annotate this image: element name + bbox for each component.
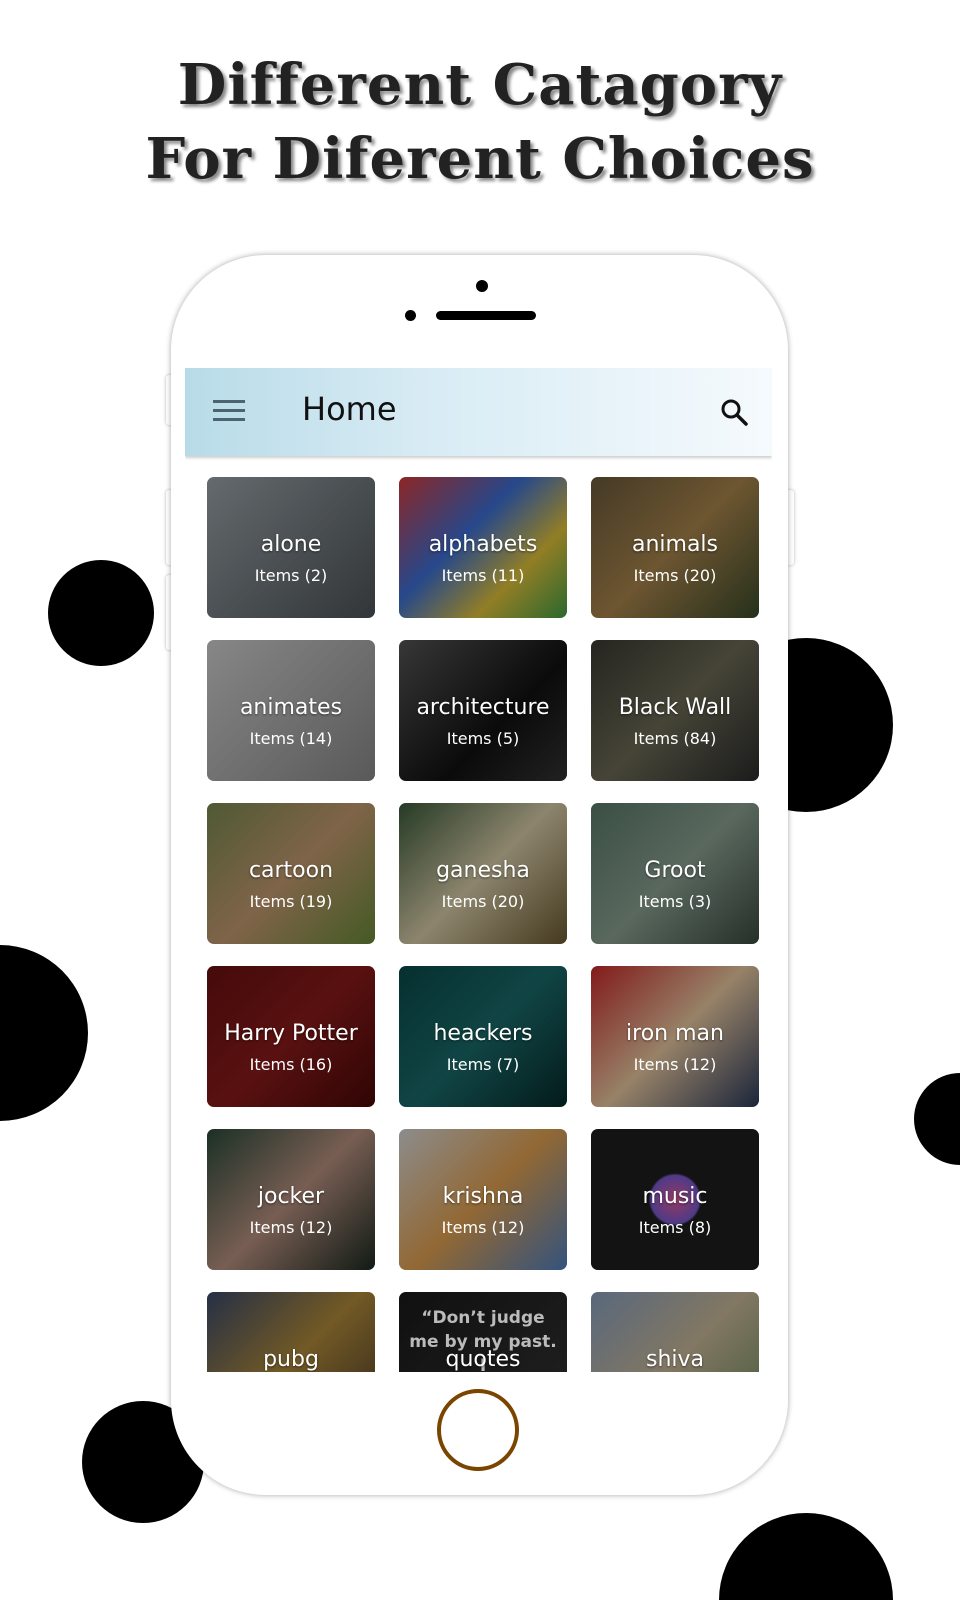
- decor-circle: [719, 1513, 893, 1600]
- category-name: ganesha: [436, 858, 530, 883]
- category-name: alphabets: [428, 532, 538, 557]
- decor-circle: [48, 560, 154, 666]
- category-name: Harry Potter: [224, 1021, 358, 1046]
- category-name: pubg: [263, 1347, 319, 1372]
- category-tile[interactable]: music Items (8): [591, 1129, 759, 1270]
- headline-line-2: For Diferent Choices: [145, 126, 815, 192]
- category-name: Groot: [644, 858, 706, 883]
- category-count: Items (84): [633, 729, 717, 748]
- category-tile[interactable]: animals Items (20): [591, 477, 759, 618]
- category-tile[interactable]: cartoon Items (19): [207, 803, 375, 944]
- headline-line-1: Different Catagory: [177, 52, 783, 118]
- hamburger-menu-icon[interactable]: [213, 400, 245, 422]
- category-count: Items (5): [446, 729, 520, 748]
- category-tile[interactable]: Groot Items (3): [591, 803, 759, 944]
- category-count: Items (19): [249, 892, 333, 911]
- category-count: Items (12): [441, 1218, 525, 1237]
- category-count: Items (7): [446, 1055, 520, 1074]
- category-name: iron man: [626, 1021, 724, 1046]
- category-name: architecture: [416, 695, 550, 720]
- category-tile[interactable]: “Don’t judge me by my past. Iquotes: [399, 1292, 567, 1372]
- category-tile[interactable]: animates Items (14): [207, 640, 375, 781]
- category-name: animates: [239, 695, 343, 720]
- category-count: Items (20): [441, 892, 525, 911]
- category-tile[interactable]: shiva: [591, 1292, 759, 1372]
- category-tile[interactable]: jocker Items (12): [207, 1129, 375, 1270]
- category-count: Items (11): [441, 566, 525, 585]
- category-count: Items (12): [633, 1055, 717, 1074]
- category-count: Items (12): [249, 1218, 333, 1237]
- search-icon[interactable]: [718, 396, 750, 428]
- category-tile[interactable]: alphabets Items (11): [399, 477, 567, 618]
- category-tile[interactable]: Harry Potter Items (16): [207, 966, 375, 1107]
- category-tile[interactable]: Black Wall Items (84): [591, 640, 759, 781]
- category-count: Items (16): [249, 1055, 333, 1074]
- app-bar: Home: [185, 368, 772, 456]
- sensor-dot: [405, 310, 416, 321]
- category-tile[interactable]: alone Items (2): [207, 477, 375, 618]
- speaker-grille: [436, 311, 536, 320]
- app-screen: Home alone Items (2) alphabets Items (11) an…: [185, 368, 772, 1372]
- decor-circle: [0, 945, 88, 1121]
- category-name: alone: [260, 532, 322, 557]
- page-title: Home: [302, 390, 397, 428]
- category-tile[interactable]: ganesha Items (20): [399, 803, 567, 944]
- category-name: Black Wall: [618, 695, 732, 720]
- category-tile[interactable]: heackers Items (7): [399, 966, 567, 1107]
- category-count: Items (2): [254, 566, 328, 585]
- category-count: Items (20): [633, 566, 717, 585]
- category-name: heackers: [433, 1021, 533, 1046]
- home-button[interactable]: [437, 1389, 519, 1471]
- category-tile[interactable]: iron man Items (12): [591, 966, 759, 1107]
- category-name: quotes: [445, 1347, 521, 1372]
- category-name: animals: [631, 532, 719, 557]
- decor-circle: [914, 1073, 960, 1165]
- camera-dot: [476, 280, 488, 292]
- category-count: Items (3): [638, 892, 712, 911]
- category-name: krishna: [442, 1184, 524, 1209]
- category-name: music: [642, 1184, 708, 1209]
- category-tile[interactable]: krishna Items (12): [399, 1129, 567, 1270]
- category-name: cartoon: [248, 858, 334, 883]
- category-count: Items (14): [249, 729, 333, 748]
- category-tile[interactable]: architecture Items (5): [399, 640, 567, 781]
- category-tile[interactable]: pubg: [207, 1292, 375, 1372]
- category-name: shiva: [645, 1347, 705, 1372]
- category-count: Items (8): [638, 1218, 712, 1237]
- category-name: jocker: [257, 1184, 325, 1209]
